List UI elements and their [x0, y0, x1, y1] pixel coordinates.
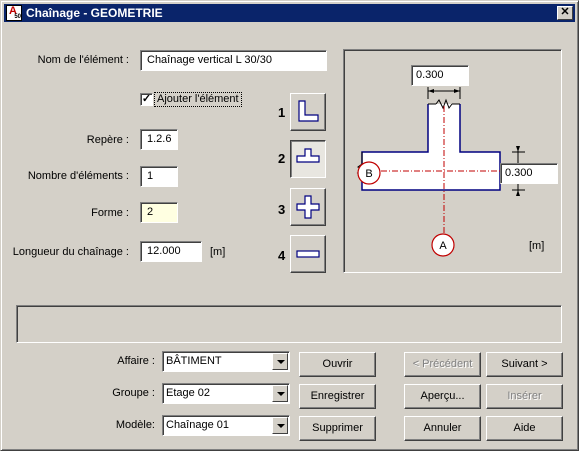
- groupe-label: Groupe :: [112, 387, 155, 399]
- groupe-value: Etage 02: [166, 387, 211, 399]
- affaire-label: Affaire :: [117, 355, 155, 367]
- app-logo-icon: A 50: [6, 5, 22, 21]
- status-panel: [16, 305, 562, 343]
- affaire-select[interactable]: BÂTIMENT: [162, 351, 290, 372]
- shape-label: Forme :: [91, 207, 129, 219]
- cancel-button[interactable]: Annuler: [404, 416, 481, 441]
- add-element-label[interactable]: Ajouter l'élément: [154, 92, 242, 107]
- shape-input[interactable]: 2: [140, 202, 178, 223]
- element-count-input[interactable]: 1: [140, 166, 178, 187]
- dialog-window: A 50 Chaînage - GEOMETRIE ✕ Nom de l'élé…: [0, 0, 579, 451]
- insert-button[interactable]: Insérer: [486, 384, 563, 409]
- section-width-input[interactable]: 0.300: [411, 65, 469, 86]
- shape-number-3: 3: [278, 202, 286, 217]
- repere-input[interactable]: 1.2.6: [140, 129, 178, 150]
- diagram-unit: [m]: [529, 240, 544, 252]
- open-button[interactable]: Ouvrir: [299, 352, 376, 377]
- check-mark-icon: ✓: [141, 93, 152, 105]
- axis-a-label: A: [439, 240, 447, 252]
- section-diagram: B A [m] 0.300 0.300: [343, 49, 562, 273]
- close-button[interactable]: ✕: [557, 6, 573, 20]
- shape-button-1[interactable]: [290, 93, 326, 131]
- add-element-checkbox[interactable]: ✓: [140, 93, 153, 106]
- straight-shape-icon: [296, 250, 320, 258]
- shape-button-4[interactable]: [290, 235, 326, 273]
- modele-value: Chaînage 01: [166, 419, 229, 431]
- section-depth-input[interactable]: 0.300: [500, 163, 558, 184]
- modele-select[interactable]: Chaînage 01: [162, 415, 290, 436]
- shape-number-1: 1: [278, 105, 286, 120]
- chevron-down-icon[interactable]: [272, 385, 288, 402]
- chevron-down-icon[interactable]: [272, 417, 288, 434]
- element-count-label: Nombre d'éléments :: [27, 170, 129, 182]
- cross-shape-icon: [296, 195, 320, 219]
- l-shape-icon: [298, 100, 319, 122]
- repere-label: Repère :: [86, 134, 129, 146]
- shape-button-3[interactable]: [290, 188, 326, 226]
- groupe-select[interactable]: Etage 02: [162, 383, 290, 404]
- element-name-label: Nom de l'élément :: [37, 54, 129, 66]
- length-input[interactable]: 12.000: [140, 241, 202, 262]
- t-shape-icon: [296, 148, 320, 163]
- save-button[interactable]: Enregistrer: [299, 384, 376, 409]
- window-title: Chaînage - GEOMETRIE: [26, 6, 163, 20]
- element-name-input[interactable]: Chaînage vertical L 30/30: [140, 50, 327, 71]
- chevron-down-icon[interactable]: [272, 353, 288, 370]
- shape-button-2[interactable]: [290, 140, 326, 178]
- close-icon: ✕: [560, 6, 570, 18]
- delete-button[interactable]: Supprimer: [299, 416, 376, 441]
- shape-number-2: 2: [278, 151, 286, 166]
- help-button[interactable]: Aide: [486, 416, 563, 441]
- preview-button[interactable]: Aperçu...: [404, 384, 481, 409]
- next-button[interactable]: Suivant >: [486, 352, 563, 377]
- axis-b-label: B: [365, 168, 372, 180]
- length-label: Longueur du chaînage :: [12, 246, 129, 258]
- shape-number-4: 4: [278, 248, 286, 263]
- affaire-value: BÂTIMENT: [166, 355, 222, 367]
- title-bar[interactable]: A 50 Chaînage - GEOMETRIE ✕: [4, 4, 575, 22]
- previous-button[interactable]: < Précédent: [404, 352, 481, 377]
- length-unit: [m]: [210, 246, 226, 258]
- modele-label: Modèle:: [115, 419, 155, 431]
